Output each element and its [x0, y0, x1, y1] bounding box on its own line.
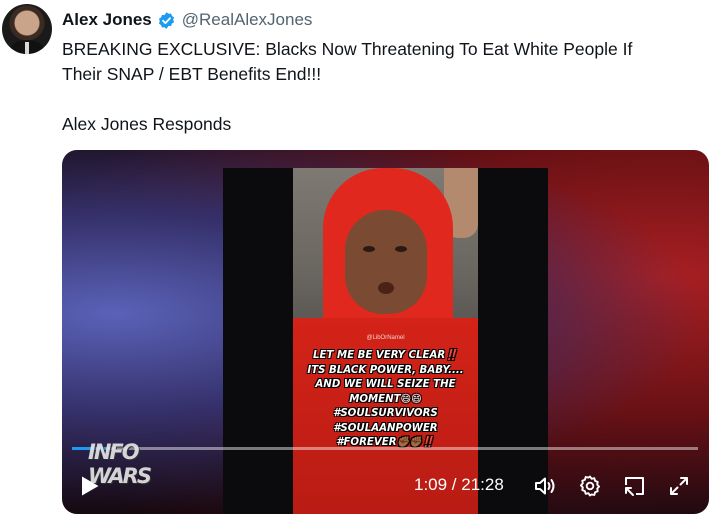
video-letterbox-left	[223, 168, 293, 514]
volume-icon[interactable]	[533, 474, 557, 498]
video-mouth	[378, 282, 394, 294]
video-face	[345, 210, 427, 314]
author-name[interactable]: Alex Jones	[62, 10, 152, 30]
gear-icon[interactable]	[578, 474, 602, 498]
avatar[interactable]	[2, 4, 52, 54]
video-time: 1:09 / 21:28	[414, 475, 504, 494]
author-handle[interactable]: @RealAlexJones	[182, 10, 313, 30]
tweet-line: BREAKING EXCLUSIVE: Blacks Now Threateni…	[62, 39, 633, 59]
tweet-header: Alex Jones @RealAlexJones	[62, 9, 312, 31]
avatar-tie	[25, 42, 29, 54]
video-eye	[395, 246, 407, 252]
video-letterbox-right	[478, 168, 548, 514]
verified-badge-icon[interactable]	[157, 11, 176, 30]
play-icon[interactable]	[80, 475, 100, 497]
picture-in-picture-icon[interactable]	[623, 474, 647, 498]
video-caption: LET ME BE VERY CLEAR‼️ ITS BLACK POWER, …	[307, 350, 464, 448]
tweet-line: Alex Jones Responds	[62, 114, 232, 134]
video-eye	[363, 246, 375, 252]
tweet-text: BREAKING EXCLUSIVE: Blacks Now Threateni…	[62, 37, 702, 137]
video-progress-bar[interactable]	[72, 447, 698, 450]
tweet-line: Their SNAP / EBT Benefits End!!!	[62, 64, 322, 84]
video-player[interactable]: @LibOrNamel LET ME BE VERY CLEAR‼️ ITS B…	[62, 150, 709, 514]
video-frame[interactable]: @LibOrNamel LET ME BE VERY CLEAR‼️ ITS B…	[293, 168, 478, 514]
video-watermark: @LibOrNamel	[366, 335, 405, 341]
fullscreen-icon[interactable]	[667, 474, 691, 498]
